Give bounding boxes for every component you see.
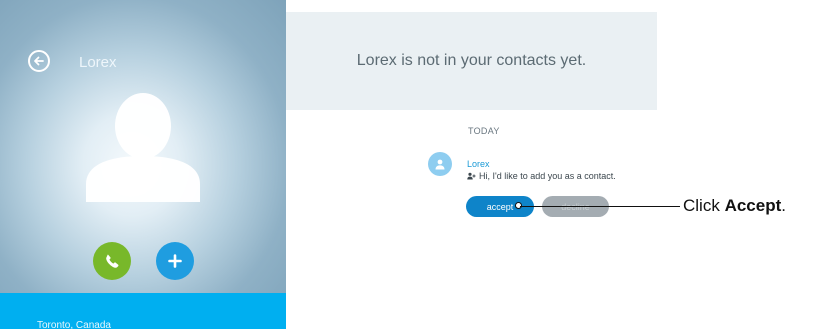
person-icon (86, 93, 200, 202)
call-button[interactable] (93, 242, 131, 280)
sender-avatar (428, 152, 452, 176)
add-participant-button[interactable] (156, 242, 194, 280)
back-button[interactable] (28, 50, 50, 72)
location-bar: Toronto, Canada (0, 293, 286, 329)
call-actions (0, 242, 286, 282)
callout-suffix: . (781, 196, 786, 215)
callout-prefix: Click (683, 196, 725, 215)
contact-request-header: Lorex is not in your contacts yet. (286, 12, 657, 110)
contact-panel: Lorex Toronto, Canada (0, 0, 286, 329)
sender-name: Lorex (467, 159, 490, 169)
contact-location: Toronto, Canada (37, 320, 111, 329)
person-icon (435, 159, 445, 170)
add-contact-icon (467, 172, 476, 180)
request-message: Hi, I'd like to add you as a contact. (467, 171, 616, 181)
phone-icon (106, 254, 119, 268)
chat-area: TODAY Lorex Hi, I'd like to add you as a… (286, 110, 657, 329)
plus-icon (168, 254, 182, 268)
callout-line (520, 206, 680, 207)
callout-instruction: Click Accept. (683, 196, 786, 216)
callout-emphasis: Accept (724, 196, 782, 215)
contact-name: Lorex (79, 54, 117, 71)
request-text: Hi, I'd like to add you as a contact. (479, 171, 616, 181)
back-arrow-icon (34, 56, 44, 66)
header-message: Lorex is not in your contacts yet. (356, 52, 587, 69)
day-label: TODAY (468, 126, 500, 136)
